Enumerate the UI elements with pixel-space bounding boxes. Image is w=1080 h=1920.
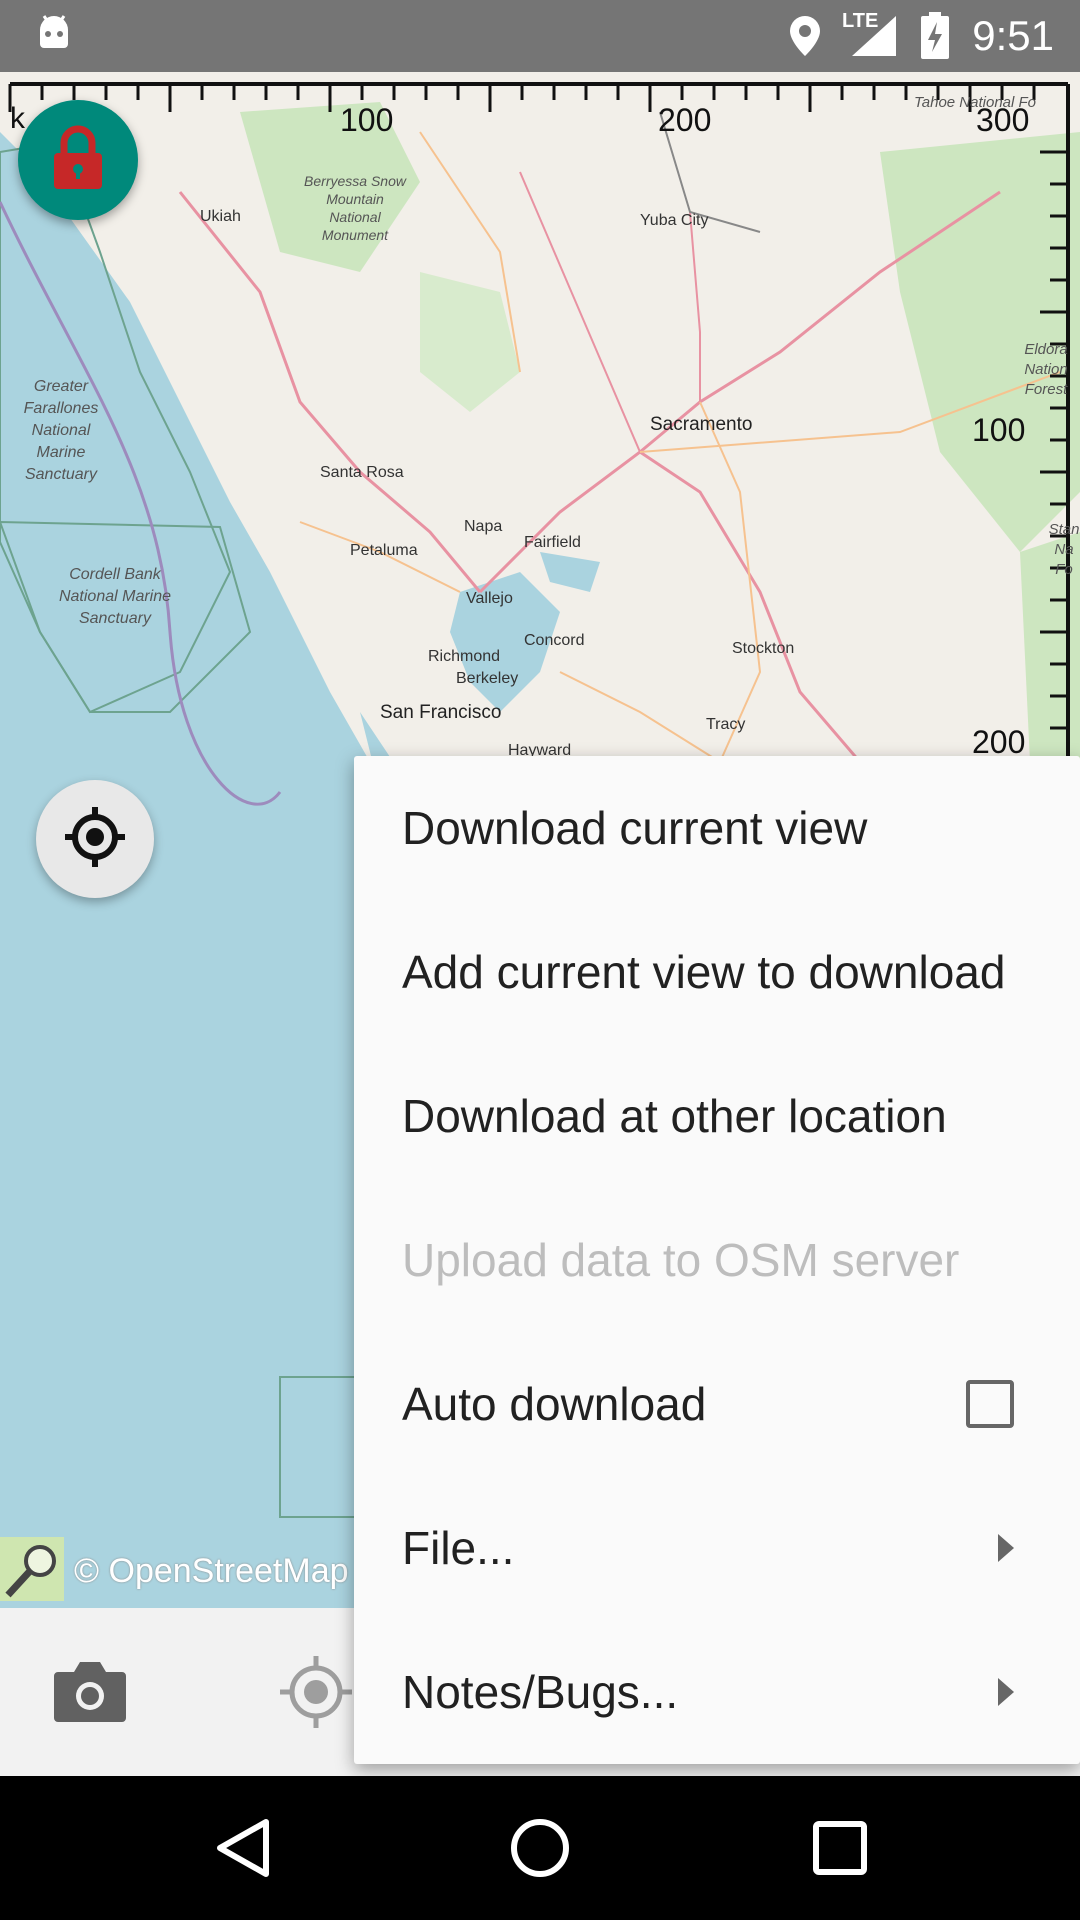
menu-item-label: Add current view to download <box>402 946 1006 998</box>
map-attribution[interactable]: © OpenStreetMap <box>0 1534 349 1608</box>
lock-icon <box>50 125 106 196</box>
city-stockton: Stockton <box>732 640 795 657</box>
android-debug-icon <box>36 14 72 59</box>
city-yuba-city: Yuba City <box>640 212 709 229</box>
camera-icon[interactable] <box>52 1658 128 1729</box>
map-label-eldorado: Eldora Nation Forest <box>1024 341 1068 398</box>
clock: 9:51 <box>972 12 1054 59</box>
home-icon[interactable] <box>508 1816 572 1885</box>
menu-item-file[interactable]: File... <box>354 1476 1080 1620</box>
menu-item-label: Download at other location <box>402 1090 947 1142</box>
menu-item-label: File... <box>402 1522 515 1574</box>
attribution-text: © OpenStreetMap <box>74 1551 349 1590</box>
battery-charging-icon <box>920 12 950 65</box>
status-bar: LTE 9:51 <box>0 0 1080 72</box>
menu-item-add-current-view-to-download[interactable]: Add current view to download <box>354 900 1080 1044</box>
lock-button[interactable] <box>18 100 138 220</box>
gps-follow-button[interactable] <box>36 780 154 898</box>
city-san-francisco: San Francisco <box>380 702 502 723</box>
transfer-menu: Download current view Add current view t… <box>354 756 1080 1764</box>
city-berkeley: Berkeley <box>456 670 519 687</box>
back-icon[interactable] <box>212 1816 276 1885</box>
menu-item-label: Auto download <box>402 1378 707 1430</box>
menu-item-notes-bugs[interactable]: Notes/Bugs... <box>354 1620 1080 1764</box>
city-tracy: Tracy <box>706 716 746 733</box>
menu-item-label: Upload data to OSM server <box>402 1234 960 1286</box>
city-ukiah: Ukiah <box>200 208 241 225</box>
city-richmond: Richmond <box>428 648 501 665</box>
scale-label-x-100: 100 <box>340 102 394 138</box>
crosshair-icon[interactable] <box>278 1654 354 1735</box>
zoom-magnifier-icon <box>0 1536 64 1606</box>
checkbox-unchecked-icon <box>966 1380 1014 1428</box>
location-icon <box>788 14 822 63</box>
city-santa-rosa: Santa Rosa <box>320 464 404 481</box>
auto-download-checkbox[interactable] <box>966 1380 1014 1428</box>
system-navigation-bar <box>0 1776 1080 1920</box>
menu-item-label: Notes/Bugs... <box>402 1666 679 1718</box>
map-label-stanislaus: Stan Na Fo <box>1048 521 1080 578</box>
gps-target-icon <box>63 805 127 874</box>
city-vallejo: Vallejo <box>466 590 513 607</box>
menu-item-auto-download[interactable]: Auto download <box>354 1332 1080 1476</box>
menu-item-label: Download current view <box>402 802 868 854</box>
map-label-tahoe: Tahoe National Fo <box>913 94 1037 111</box>
city-petaluma: Petaluma <box>350 542 418 559</box>
city-sacramento: Sacramento <box>650 414 753 435</box>
map-label-farallones: Greater Farallones National Marine Sanct… <box>23 378 99 483</box>
menu-item-download-current-view[interactable]: Download current view <box>354 756 1080 900</box>
map-label-berryessa: Berryessa Snow Mountain National Monumen… <box>304 173 406 243</box>
menu-item-download-other-location[interactable]: Download at other location <box>354 1044 1080 1188</box>
recents-icon[interactable] <box>808 1816 872 1885</box>
scale-label-x-200: 200 <box>658 102 712 138</box>
city-napa: Napa <box>464 518 503 535</box>
map-label-cordell-bank: Cordell Bank National Marine Sanctuary <box>58 566 172 627</box>
submenu-arrow-icon <box>998 1534 1014 1562</box>
city-concord: Concord <box>524 632 585 649</box>
scale-label-y-100: 100 <box>972 412 1026 448</box>
submenu-arrow-icon <box>998 1678 1014 1706</box>
menu-item-upload-data: Upload data to OSM server <box>354 1188 1080 1332</box>
scale-unit-label: k <box>10 102 25 135</box>
signal-icon <box>846 14 898 63</box>
city-fairfield: Fairfield <box>524 534 581 551</box>
